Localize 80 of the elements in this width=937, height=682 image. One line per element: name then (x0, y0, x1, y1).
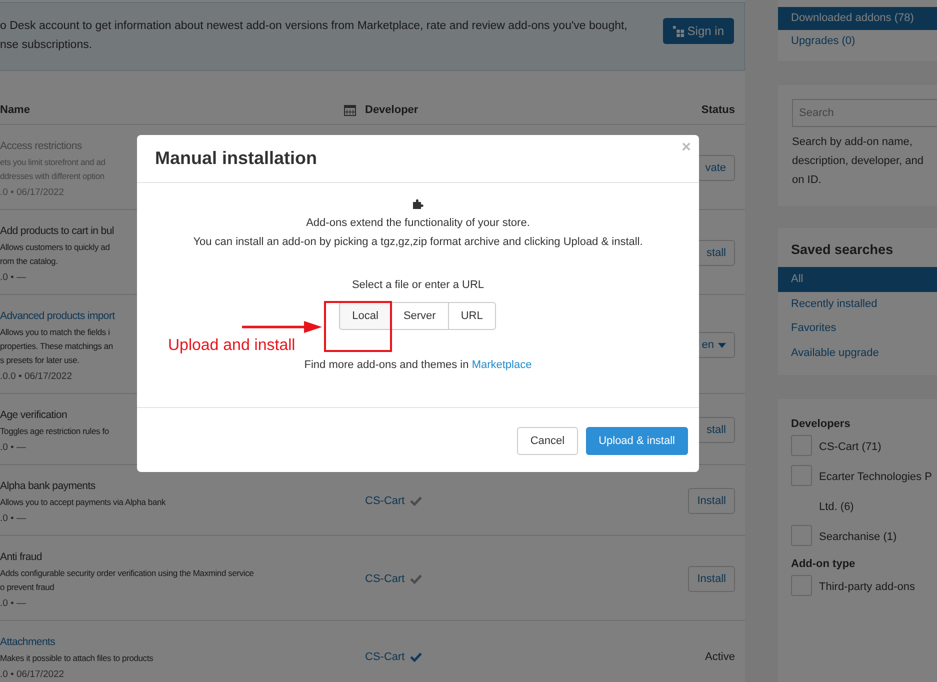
install-button[interactable]: stall (697, 240, 735, 266)
developer-link[interactable]: CS-Cart (365, 495, 405, 507)
sidebar-item[interactable]: Downloaded addons (78) (778, 7, 937, 30)
install-button[interactable]: Install (688, 566, 735, 592)
intro-text: You can install an add-on by picking a tgz,gz,zip format archive and clicking Upload & install. (193, 235, 643, 250)
version-date: .0 • — (0, 271, 26, 285)
checkbox[interactable] (791, 435, 812, 456)
version-date: .0 • — (0, 597, 26, 611)
filter-title: Developers (791, 417, 852, 432)
help-text: on ID. (792, 173, 822, 188)
addon-description: rom the catalog. (0, 255, 58, 268)
upload-install-button[interactable]: Upload & install (586, 427, 688, 455)
banner-text: nse subscriptions. (0, 38, 94, 53)
filter-option: Ecarter Technologies P (819, 465, 932, 489)
saved-search-item[interactable]: Recently installed (778, 292, 937, 316)
dialog-title: Manual installation (155, 148, 318, 169)
version-date: .0 • 06/17/2022 (0, 186, 64, 200)
install-button[interactable]: stall (697, 417, 735, 443)
addon-description: Allows you to match the fields i (0, 326, 110, 339)
sign-in-button[interactable]: Sign in (663, 18, 734, 44)
version-date: .0.0 • 06/17/2022 (0, 370, 72, 384)
column-header: Name (0, 104, 31, 116)
panel-title: Saved searches (790, 242, 894, 257)
filter-option: Ltd. (6) (819, 495, 932, 519)
checkbox[interactable] (791, 465, 812, 486)
banner-text: o Desk account to get information about newest add-on versions from Marketplace, rate and review add-ons you've bought, (0, 19, 628, 34)
addon-name: Add products to cart in bul (0, 224, 114, 239)
marketplace-link[interactable]: Marketplace (472, 359, 532, 371)
select-label: Select a file or enter a URL (352, 279, 484, 291)
addon-description: properties. These matchings an (0, 340, 113, 353)
checkbox[interactable] (791, 575, 812, 596)
install-button[interactable]: Install (688, 488, 735, 514)
filter-title: Add-on type (791, 557, 856, 572)
addon-description: Makes it possible to attach files to products (0, 652, 154, 665)
intro-text: Add-ons extend the functionality of your store. (306, 216, 530, 231)
addon-name[interactable]: Attachments (0, 633, 56, 651)
addon-description: ets you limit storefront and ad (0, 156, 106, 169)
calendar-icon[interactable] (344, 104, 356, 116)
saved-search-item[interactable]: Available upgrade (778, 340, 937, 365)
column-header: Status (700, 104, 736, 116)
saved-search-item[interactable]: Favorites (778, 316, 937, 340)
addon-description: Toggles age restriction rules fo (0, 425, 109, 438)
developer-link[interactable]: CS-Cart (365, 651, 405, 663)
addon-name: Alpha bank payments (0, 479, 96, 494)
developer-link[interactable]: CS-Cart (365, 573, 405, 585)
addon-description: Adds configurable security order verification using the Maxmind service (0, 567, 254, 580)
filter-option: CS-Cart (71) (819, 435, 882, 459)
highlight-frame (324, 301, 392, 352)
addon-name: Access restrictions (0, 139, 82, 154)
version-date: .0 • 06/17/2022 (0, 668, 64, 682)
cancel-button[interactable]: Cancel (517, 427, 578, 455)
grid-icon (673, 26, 684, 36)
addon-name[interactable]: Advanced products import (0, 307, 115, 325)
help-text: description, developer, and (792, 154, 924, 169)
filter-option: Searchanise (1) (819, 525, 897, 549)
version-date: .0 • — (0, 441, 26, 455)
caret-icon (718, 342, 726, 348)
version-date: .0 • — (0, 512, 26, 526)
addon-description: o prevent fraud (0, 581, 54, 594)
marketplace-text: Find more add-ons and themes in Marketplace (304, 359, 532, 371)
filter-option: Third-party add-ons (819, 575, 915, 599)
sidebar-item[interactable]: Upgrades (0) (778, 30, 937, 53)
saved-search-item[interactable]: All (778, 267, 937, 292)
addon-description: s presets for later use. (0, 354, 80, 367)
source-tab[interactable]: Local (339, 302, 392, 330)
annotation-text: Upload and install (168, 337, 296, 355)
addon-description: Allows customers to quickly ad (0, 241, 110, 254)
checkbox[interactable] (791, 525, 812, 546)
search-field[interactable]: Search (792, 99, 937, 127)
addon-description: ddresses with different option (0, 170, 104, 183)
addon-description: Allows you to accept payments via Alpha bank (0, 496, 166, 509)
addon-name: Age verification (0, 408, 67, 423)
addon-name: Anti fraud (0, 550, 42, 565)
help-text: Search by add-on name, (792, 135, 914, 150)
close-button[interactable]: × (682, 139, 691, 157)
status-text: Active (705, 651, 735, 663)
puzzle-icon (412, 198, 424, 210)
source-tab[interactable]: URL (448, 302, 496, 330)
source-tab[interactable]: Server (390, 302, 449, 330)
column-header: Developer (365, 104, 420, 116)
